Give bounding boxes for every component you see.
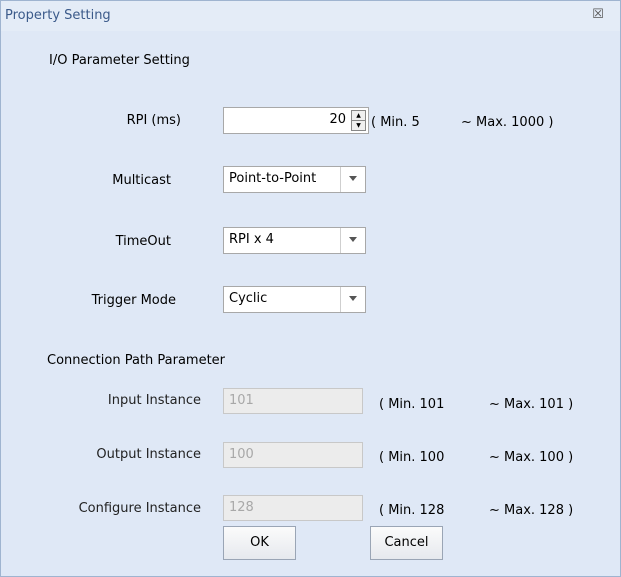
output-instance-label: Output Instance bbox=[96, 447, 201, 462]
title-bar: Property Setting ☒ bbox=[1, 1, 620, 31]
input-instance-range-min: ( Min. 101 bbox=[379, 397, 445, 412]
connection-path-section-title: Connection Path Parameter bbox=[47, 353, 226, 368]
ok-button[interactable]: OK bbox=[223, 526, 296, 560]
rpi-spinner-buttons: ▲ ▼ bbox=[351, 110, 366, 131]
input-instance-value: 101 bbox=[229, 393, 254, 408]
chevron-down-icon[interactable] bbox=[340, 287, 365, 312]
rpi-range-max: ~ Max. 1000 ) bbox=[461, 115, 554, 130]
close-icon[interactable]: ☒ bbox=[590, 7, 606, 23]
input-instance-range-max: ~ Max. 101 ) bbox=[489, 397, 574, 412]
rpi-label: RPI (ms) bbox=[126, 113, 181, 128]
settings-panel: I/O Parameter Setting RPI (ms) 20 ▲ ▼ ( … bbox=[11, 31, 609, 571]
multicast-label: Multicast bbox=[112, 173, 171, 188]
multicast-value: Point-to-Point bbox=[229, 171, 317, 186]
cancel-button[interactable]: Cancel bbox=[370, 526, 443, 560]
configure-instance-value: 128 bbox=[229, 500, 254, 515]
property-setting-dialog: Property Setting ☒ I/O Parameter Setting… bbox=[0, 0, 621, 577]
configure-instance-label: Configure Instance bbox=[78, 501, 201, 516]
rpi-range-min: ( Min. 5 bbox=[371, 115, 420, 130]
io-parameter-section-title: I/O Parameter Setting bbox=[49, 53, 190, 68]
spin-down-icon[interactable]: ▼ bbox=[352, 121, 365, 130]
trigger-mode-select[interactable]: Cyclic bbox=[223, 286, 366, 313]
output-instance-range-min: ( Min. 100 bbox=[379, 450, 445, 465]
multicast-select[interactable]: Point-to-Point bbox=[223, 166, 366, 193]
chevron-down-icon[interactable] bbox=[340, 228, 365, 253]
output-instance-value: 100 bbox=[229, 447, 254, 462]
configure-instance-range-max: ~ Max. 128 ) bbox=[489, 503, 574, 518]
spin-up-icon[interactable]: ▲ bbox=[352, 111, 365, 121]
configure-instance-field: 128 bbox=[223, 495, 363, 521]
output-instance-field: 100 bbox=[223, 442, 363, 468]
timeout-label: TimeOut bbox=[115, 234, 171, 249]
output-instance-range-max: ~ Max. 100 ) bbox=[489, 450, 574, 465]
input-instance-label: Input Instance bbox=[107, 393, 201, 408]
chevron-down-icon[interactable] bbox=[340, 167, 365, 192]
trigger-mode-value: Cyclic bbox=[229, 291, 268, 306]
rpi-spinner[interactable]: 20 ▲ ▼ bbox=[223, 107, 369, 134]
window-title: Property Setting bbox=[5, 8, 111, 23]
timeout-select[interactable]: RPI x 4 bbox=[223, 227, 366, 254]
trigger-mode-label: Trigger Mode bbox=[91, 293, 176, 308]
rpi-value[interactable]: 20 bbox=[329, 112, 346, 127]
timeout-value: RPI x 4 bbox=[229, 232, 274, 247]
input-instance-field: 101 bbox=[223, 388, 363, 414]
configure-instance-range-min: ( Min. 128 bbox=[379, 503, 445, 518]
